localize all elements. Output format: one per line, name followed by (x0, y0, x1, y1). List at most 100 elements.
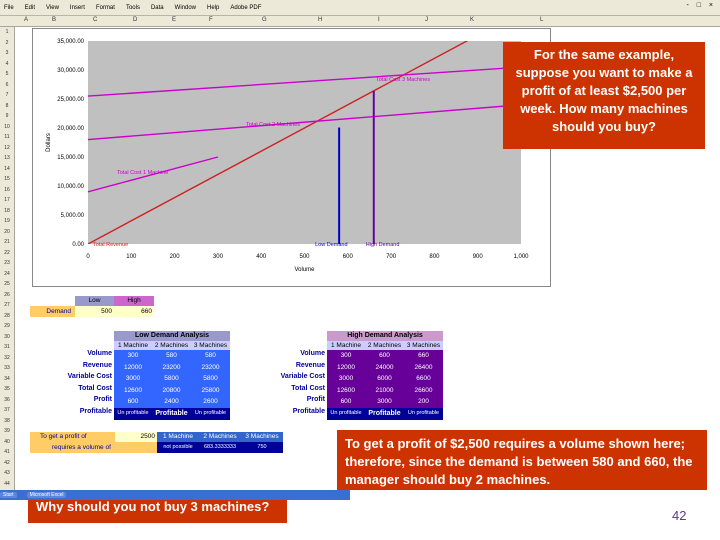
low-analysis-cell: Un profitable (114, 408, 152, 420)
row-header[interactable]: 42 (0, 458, 14, 469)
target-value: not possible (157, 442, 199, 453)
high-analysis-cell: 12000 (327, 361, 365, 374)
slide-number: 42 (672, 508, 687, 523)
demand-high-header: High (114, 296, 154, 306)
target-col-header: 2 Machines (199, 432, 241, 442)
low-analysis-col-header: 2 Machines (152, 341, 191, 350)
low-analysis-cell: 25800 (191, 384, 230, 397)
row-header[interactable]: 38 (0, 416, 14, 427)
row-header[interactable]: 43 (0, 468, 14, 479)
row-header[interactable]: 44 (0, 479, 14, 490)
y-tick-label: 20,000.00 (57, 126, 84, 132)
x-tick-label: 500 (299, 254, 310, 260)
high-analysis-cell: 300 (327, 350, 365, 362)
y-tick-label: 10,000.00 (57, 184, 84, 190)
high-row-label: Volume (300, 350, 325, 357)
low-analysis-cell: 300 (114, 350, 152, 362)
row-header[interactable]: 27 (0, 300, 14, 311)
target-col-header: 3 Machines (241, 432, 283, 442)
series-label: Total Cost 3 Machines (376, 77, 430, 83)
high-row-label: Total Cost (291, 384, 325, 392)
low-analysis-cell: Un profitable (191, 408, 230, 420)
low-analysis-cell: 12000 (114, 361, 152, 374)
row-header[interactable]: 33 (0, 363, 14, 374)
row-header[interactable]: 30 (0, 332, 14, 343)
high-analysis-cell: Un profitable (404, 408, 443, 420)
low-row-label: Variable Cost (67, 373, 112, 381)
low-analysis-title: Low Demand Analysis (114, 331, 230, 341)
demand-label: Demand (30, 306, 75, 317)
taskbar: Start Microsoft Excel (0, 490, 350, 500)
row-header[interactable]: 32 (0, 353, 14, 364)
row-header[interactable]: 40 (0, 437, 14, 448)
high-analysis-cell: Un profitable (327, 408, 365, 420)
high-row-label: Profit (306, 396, 325, 404)
high-analysis-cell: 600 (327, 396, 365, 408)
target-value: 750 (241, 442, 283, 453)
x-tick-label: 200 (170, 254, 181, 260)
target-col-header: 1 Machine (157, 432, 199, 442)
low-analysis-cell: 580 (152, 350, 191, 362)
low-analysis-cell: 23200 (191, 361, 230, 374)
demand-high-value: 660 (114, 306, 154, 317)
target-label-volume: requires a volume of (30, 442, 157, 453)
high-analysis-cell: 26400 (404, 361, 443, 374)
demand-marker-label: Low Demand (315, 242, 347, 248)
high-analysis-cell: 6600 (404, 373, 443, 385)
x-tick-label: 0 (86, 254, 90, 260)
high-analysis-cell: 3000 (365, 396, 404, 408)
x-tick-label: 600 (343, 254, 354, 260)
low-analysis-cell: 12600 (114, 384, 152, 397)
row-header[interactable]: 29 (0, 321, 14, 332)
row-header[interactable]: 36 (0, 395, 14, 406)
row-header[interactable]: 41 (0, 447, 14, 458)
y-tick-label: 30,000.00 (57, 68, 84, 74)
high-analysis-title: High Demand Analysis (327, 331, 443, 341)
x-tick-label: 900 (473, 254, 484, 260)
high-analysis-cell: 12600 (327, 384, 365, 397)
callout-top: For the same example, suppose you want t… (503, 42, 705, 149)
high-row-label: Profitable (292, 408, 325, 415)
high-row-label: Variable Cost (280, 373, 325, 381)
low-analysis-col-header: 3 Machines (191, 341, 230, 350)
low-analysis-cell: 20800 (152, 384, 191, 397)
low-analysis-cell: 580 (191, 350, 230, 362)
demand-marker-label: High Demand (366, 242, 400, 248)
y-tick-label: 25,000.00 (57, 97, 84, 103)
demand-low-header: Low (75, 296, 114, 306)
x-tick-label: 100 (126, 254, 137, 260)
series-label: Total Revenue (93, 242, 128, 248)
row-header[interactable]: 31 (0, 342, 14, 353)
row-header[interactable]: 37 (0, 405, 14, 416)
row-header[interactable]: 28 (0, 311, 14, 322)
low-analysis-cell: 3000 (114, 373, 152, 385)
high-analysis-col-header: 1 Machine (327, 341, 365, 350)
low-row-label: Profitable (79, 408, 112, 415)
low-analysis-cell: 5800 (152, 373, 191, 385)
low-analysis-cell: 2600 (191, 396, 230, 408)
y-tick-label: 5,000.00 (61, 213, 85, 219)
low-analysis-cell: Profitable (152, 408, 191, 420)
demand-low-value: 500 (75, 306, 114, 317)
high-analysis-cell: 21000 (365, 384, 404, 397)
x-tick-label: 800 (429, 254, 440, 260)
row-header[interactable]: 34 (0, 374, 14, 385)
row-header[interactable]: 39 (0, 426, 14, 437)
start-button[interactable]: Start (0, 492, 17, 498)
low-analysis-cell: 5800 (191, 373, 230, 385)
target-value: 683.3333333 (199, 442, 241, 453)
callout-bottom-right: To get a profit of $2,500 requires a vol… (337, 430, 707, 490)
low-analysis-cell: 2400 (152, 396, 191, 408)
high-analysis-col-header: 2 Machines (365, 341, 404, 350)
high-analysis-cell: 600 (365, 350, 404, 362)
taskbar-item-excel[interactable]: Microsoft Excel (26, 492, 67, 498)
low-analysis-col-header: 1 Machine (114, 341, 152, 350)
x-tick-label: 400 (256, 254, 267, 260)
target-label-profit: To get a profit of (30, 432, 115, 442)
high-analysis-cell: 6000 (365, 373, 404, 385)
y-axis-label: Dollars (46, 133, 52, 152)
row-header[interactable]: 35 (0, 384, 14, 395)
x-tick-label: 1,000 (513, 254, 529, 260)
high-analysis-cell: 660 (404, 350, 443, 362)
y-tick-label: 35,000.00 (57, 39, 84, 45)
